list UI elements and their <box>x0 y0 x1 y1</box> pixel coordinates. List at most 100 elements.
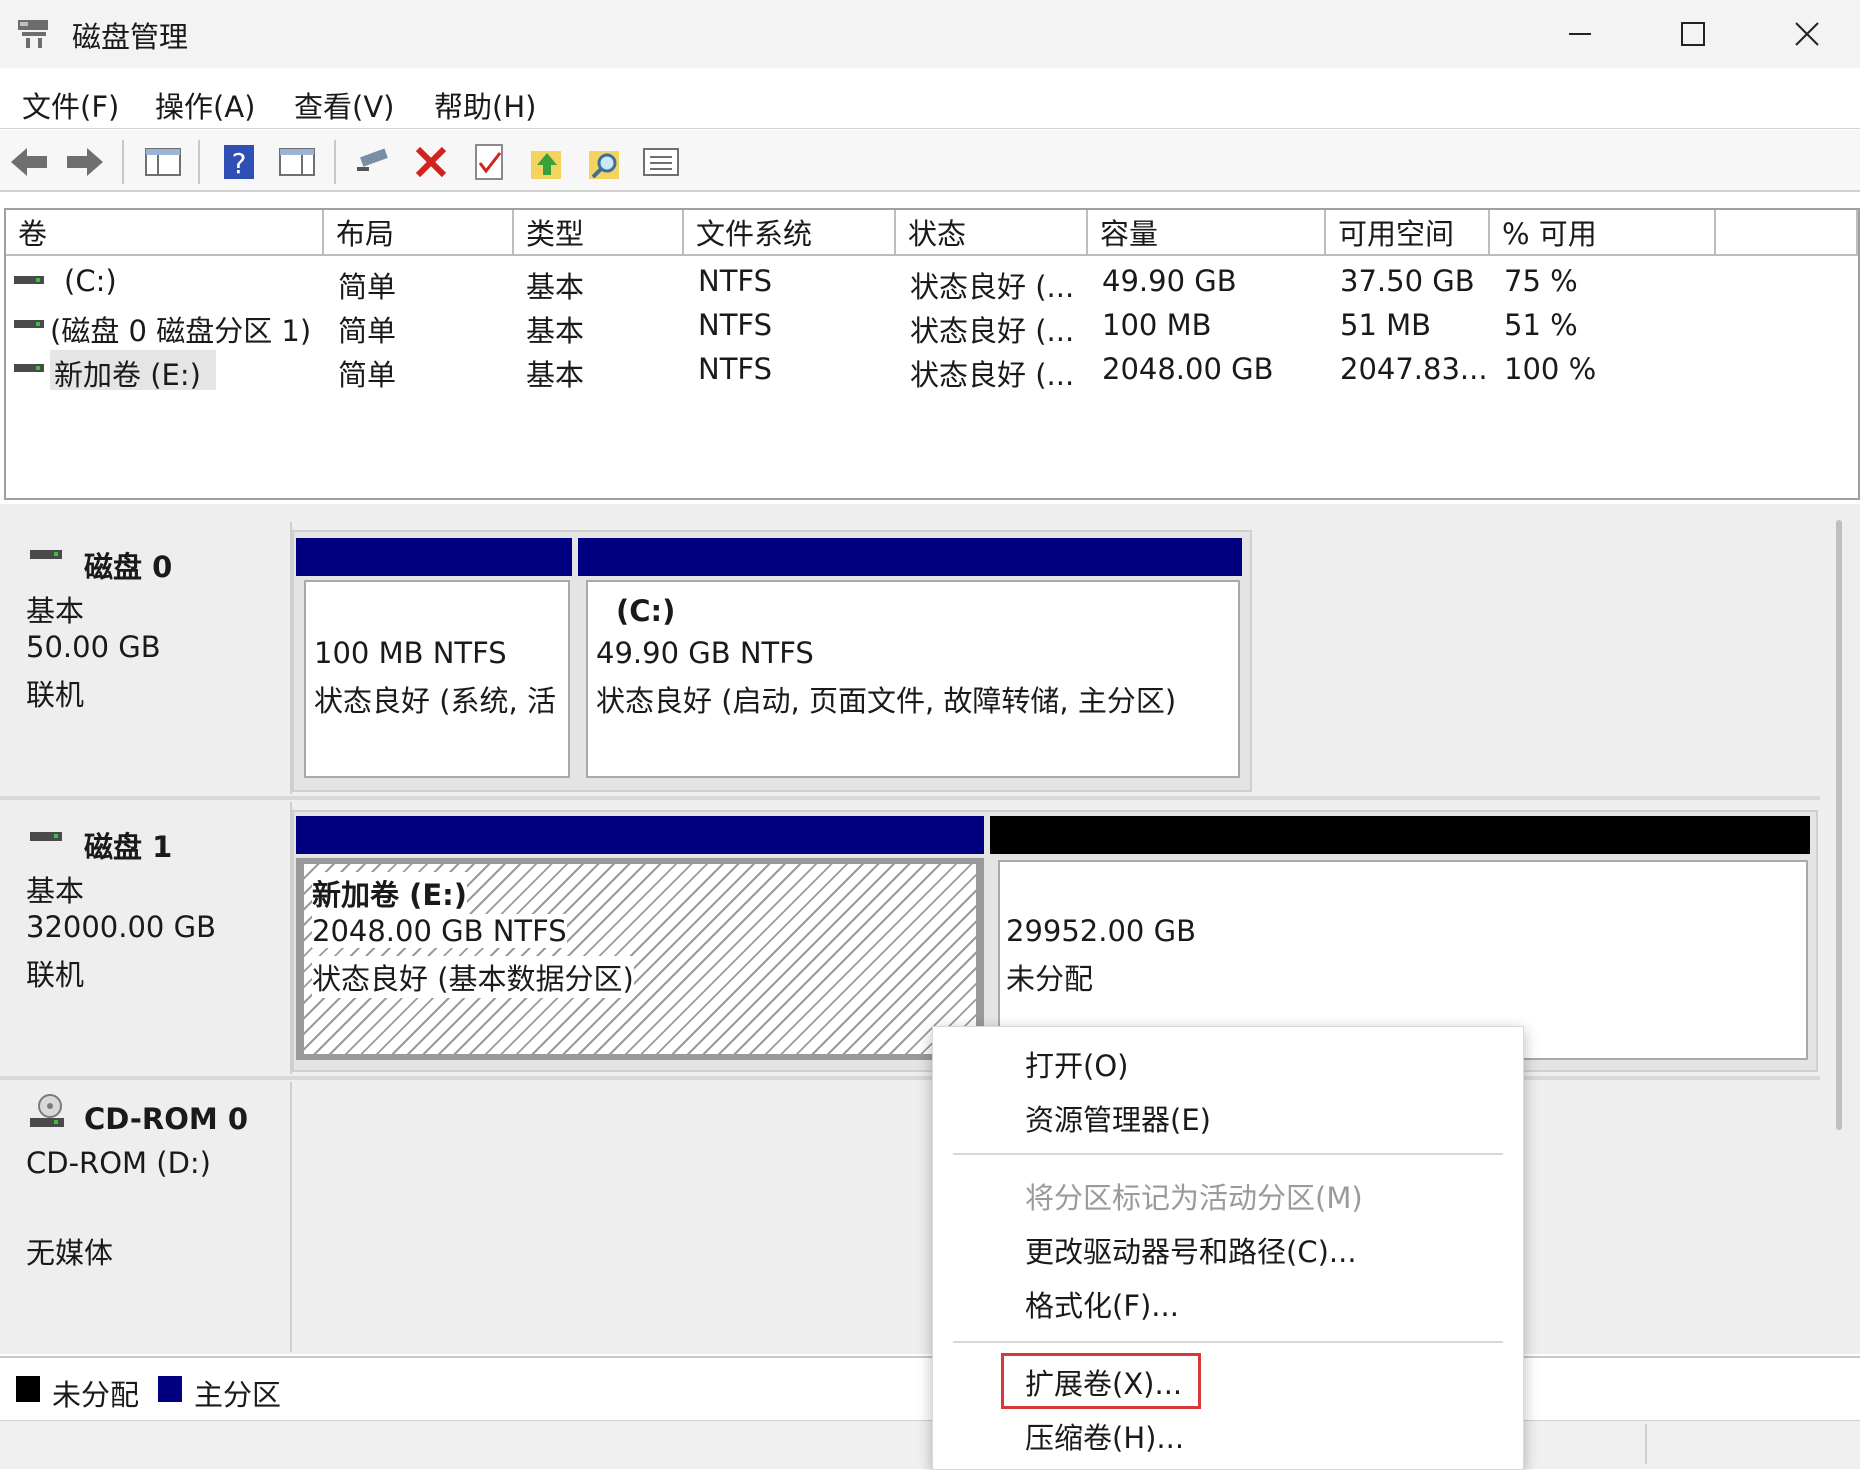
disk-state: 联机 <box>26 678 85 712</box>
check-button[interactable] <box>468 142 510 182</box>
volume-percent-free: 51 % <box>1504 308 1578 342</box>
help-button[interactable]: ? <box>218 142 260 182</box>
volume-name: 新加卷 (E:) <box>54 358 201 392</box>
volume-layout: 简单 <box>338 314 397 348</box>
column-header-layout[interactable]: 布局 <box>324 210 514 256</box>
disk-name: CD-ROM 0 <box>84 1102 249 1136</box>
disk-kind: 基本 <box>26 874 85 908</box>
volume-layout: 简单 <box>338 270 397 304</box>
maximize-icon <box>1681 22 1705 46</box>
menu-action[interactable]: 操作(A) <box>155 84 255 126</box>
partition-header-unallocated <box>990 816 1810 854</box>
legend-primary-swatch <box>158 1376 182 1402</box>
partition-title: (C:) <box>616 594 676 628</box>
check-icon <box>475 144 503 180</box>
volume-filesystem: NTFS <box>698 308 772 342</box>
minimize-icon <box>1569 33 1591 35</box>
partition-size: 49.90 GB NTFS <box>596 636 814 670</box>
window-title: 磁盘管理 <box>72 20 189 54</box>
column-header-type[interactable]: 类型 <box>514 210 684 256</box>
menu-item-extend-volume[interactable]: 扩展卷(X)... <box>1025 1361 1182 1403</box>
forward-button[interactable] <box>64 142 106 182</box>
partition-header-primary <box>578 538 1242 576</box>
volume-name: (磁盘 0 磁盘分区 1) <box>50 314 312 348</box>
menu-item-change-drive-letter[interactable]: 更改驱动器号和路径(C)... <box>1025 1229 1357 1271</box>
connect-icon <box>357 148 388 171</box>
column-header-percent-free[interactable]: % 可用 <box>1490 210 1716 256</box>
table-row[interactable]: 新加卷 (E:) 简单 基本 NTFS 状态良好 (... 2048.00 GB… <box>6 348 1858 392</box>
volume-type: 基本 <box>526 314 585 348</box>
delete-button[interactable] <box>410 142 452 182</box>
search-icon <box>589 151 619 179</box>
volume-drive-icon <box>14 320 44 328</box>
vertical-scrollbar[interactable] <box>1836 520 1842 1130</box>
connect-button[interactable] <box>352 142 394 182</box>
partition-header-primary <box>296 538 572 576</box>
console-tree-button[interactable] <box>142 142 184 182</box>
volume-percent-free: 75 % <box>1504 264 1578 298</box>
volume-capacity: 2048.00 GB <box>1102 352 1274 386</box>
disk-row-separator <box>0 796 1820 800</box>
menu-file[interactable]: 文件(F) <box>22 84 119 126</box>
console-tree-icon <box>145 148 181 176</box>
minimize-button[interactable] <box>1525 0 1635 68</box>
toolbar-separator <box>122 140 124 184</box>
volume-drive-icon <box>14 276 44 284</box>
menu-help[interactable]: 帮助(H) <box>434 84 536 126</box>
back-arrow-icon <box>11 148 47 176</box>
maximize-button[interactable] <box>1638 0 1748 68</box>
properties-icon <box>279 148 315 176</box>
volume-free-space: 51 MB <box>1340 308 1432 342</box>
back-button[interactable] <box>8 142 50 182</box>
delete-icon <box>415 146 447 178</box>
menu-item-mark-active: 将分区标记为活动分区(M) <box>1025 1181 1363 1215</box>
volume-drive-icon <box>14 364 44 372</box>
toolbar-separator <box>334 140 336 184</box>
column-header-capacity[interactable]: 容量 <box>1088 210 1326 256</box>
table-row[interactable]: (C:) 简单 基本 NTFS 状态良好 (... 49.90 GB 37.50… <box>6 260 1858 304</box>
table-row[interactable]: (磁盘 0 磁盘分区 1) 简单 基本 NTFS 状态良好 (... 100 M… <box>6 304 1858 348</box>
partition-size: 2048.00 GB NTFS <box>312 914 567 948</box>
volume-capacity: 100 MB <box>1102 308 1212 342</box>
legend-unallocated-swatch <box>16 1376 40 1402</box>
search-button[interactable] <box>584 142 626 182</box>
column-header-filler <box>1716 210 1858 256</box>
list-button[interactable] <box>640 142 682 182</box>
partition-size: 100 MB NTFS <box>314 636 507 670</box>
menu-item-explore[interactable]: 资源管理器(E) <box>1025 1097 1211 1139</box>
cdrom-drive-icon <box>30 1094 64 1127</box>
help-icon: ? <box>224 145 254 180</box>
disk-size: 50.00 GB <box>26 630 161 664</box>
partition-status: 状态良好 (启动, 页面文件, 故障转储, 主分区) <box>596 684 1177 718</box>
disk-state: 无媒体 <box>26 1236 114 1270</box>
partition-size: 29952.00 GB <box>1006 914 1196 948</box>
disk-drive-icon <box>30 550 62 559</box>
partition-header-primary <box>296 816 984 854</box>
column-header-status[interactable]: 状态 <box>896 210 1088 256</box>
forward-arrow-icon <box>67 148 103 176</box>
disk-state: 联机 <box>26 958 85 992</box>
column-header-volume[interactable]: 卷 <box>6 210 324 256</box>
close-icon <box>1795 22 1819 46</box>
volume-percent-free: 100 % <box>1504 352 1597 386</box>
close-button[interactable] <box>1752 0 1860 68</box>
volume-name: (C:) <box>64 264 117 298</box>
column-header-free-space[interactable]: 可用空间 <box>1326 210 1490 256</box>
volume-free-space: 37.50 GB <box>1340 264 1475 298</box>
menu-item-open[interactable]: 打开(O) <box>1025 1043 1128 1085</box>
volume-capacity: 49.90 GB <box>1102 264 1237 298</box>
status-bar-divider <box>1645 1424 1647 1464</box>
status-bar <box>0 1420 1860 1469</box>
properties-button[interactable] <box>276 142 318 182</box>
volume-status: 状态良好 (... <box>910 314 1075 348</box>
menu-item-format[interactable]: 格式化(F)... <box>1025 1283 1179 1325</box>
menu-item-shrink-volume[interactable]: 压缩卷(H)... <box>1025 1415 1184 1457</box>
column-header-filesystem[interactable]: 文件系统 <box>684 210 896 256</box>
disk-name: 磁盘 0 <box>84 550 173 584</box>
up-button[interactable] <box>526 142 568 182</box>
partition-status: 未分配 <box>1006 962 1094 996</box>
svg-text:?: ? <box>232 147 247 180</box>
legend-unallocated-label: 未分配 <box>52 1378 140 1412</box>
menu-separator <box>953 1341 1503 1343</box>
menu-view[interactable]: 查看(V) <box>294 84 394 126</box>
